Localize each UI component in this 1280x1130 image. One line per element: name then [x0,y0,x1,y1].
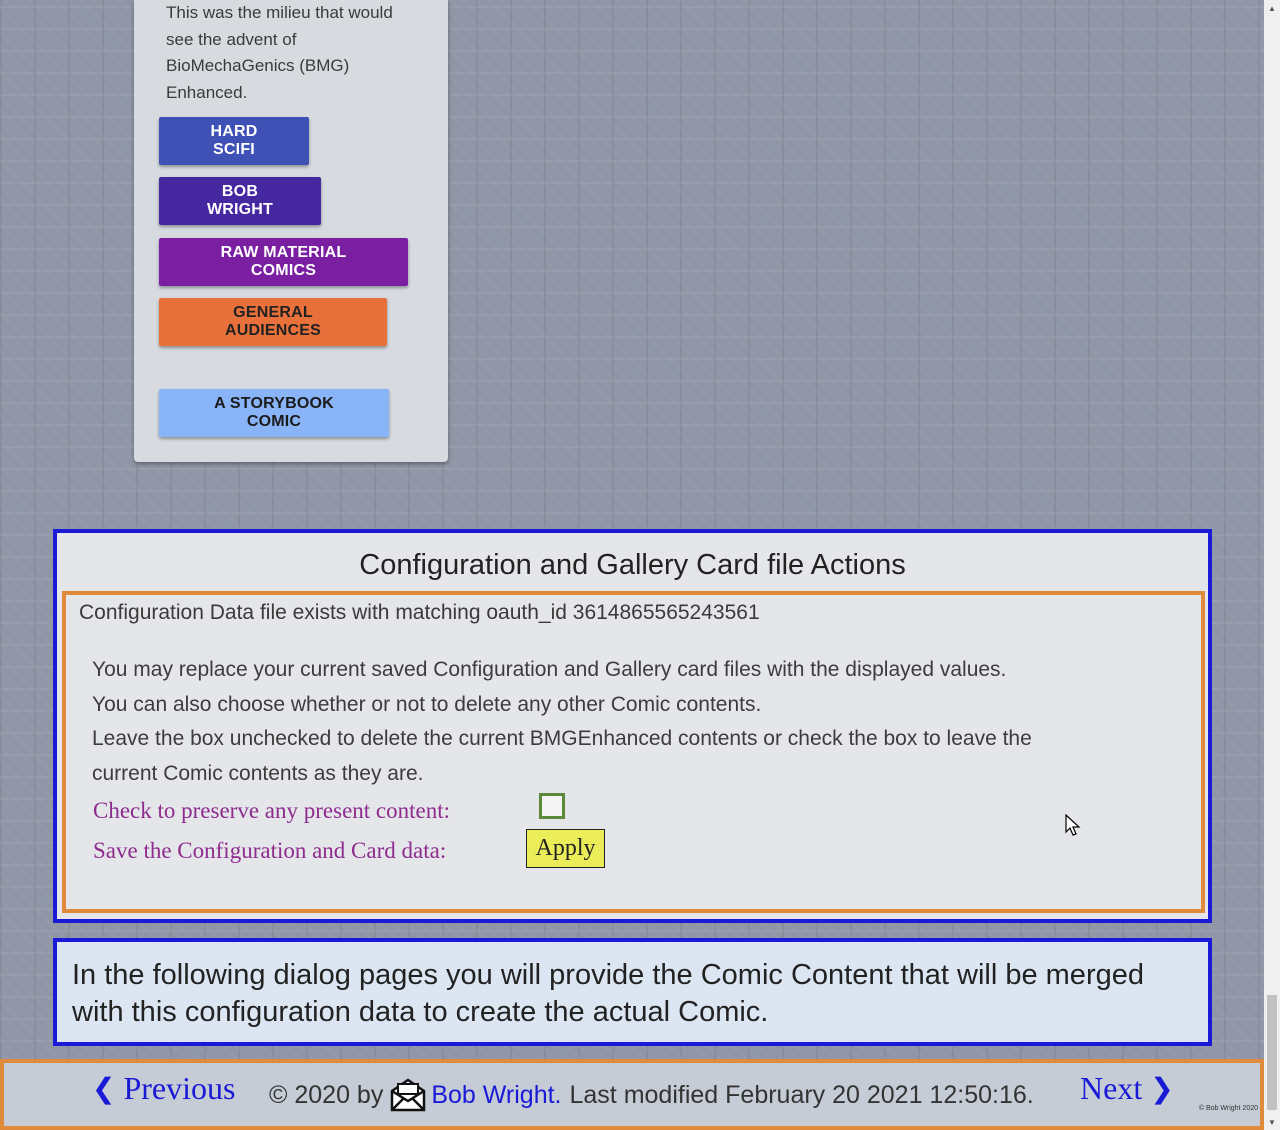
card-text-line: BioMechaGenics (BMG) [166,56,350,75]
bob-wright-chip[interactable]: BOB WRIGHT [159,177,321,225]
instruction-line: You can also choose whether or not to de… [92,692,762,716]
hard-scifi-chip[interactable]: HARD SCIFI [159,117,309,165]
page-footer: ❮ Previous © 2020 by Bob Wright. Last mo… [0,1059,1264,1130]
envelope-icon[interactable] [389,1077,427,1113]
config-instructions: You may replace your current saved Confi… [92,653,1172,792]
instruction-line: You may replace your current saved Confi… [92,658,1007,681]
storybook-comic-chip[interactable]: A STORYBOOK COMIC [159,389,389,437]
tag-card: This was the milieu that would see the a… [134,0,448,462]
instruction-line: current Comic contents as they are. [92,762,424,786]
previous-link[interactable]: ❮ Previous [92,1070,235,1107]
author-link[interactable]: Bob Wright. [431,1081,561,1110]
previous-label: Previous [123,1070,236,1106]
last-modified-text: Last modified February 20 2021 12:50:16. [569,1080,1034,1109]
scroll-down-arrow-icon[interactable]: ▼ [1264,1114,1280,1130]
card-text-line: This was the milieu that would [166,3,393,22]
copyright-text: © 2020 by [269,1080,384,1109]
config-title: Configuration and Gallery Card file Acti… [359,549,906,581]
config-actions-section: Configuration and Gallery Card file Acti… [53,529,1212,923]
chevron-right-icon: ❯ [1150,1072,1174,1105]
page-scrollbar[interactable]: ▲ ▼ [1264,0,1280,1130]
preserve-content-label: Check to preserve any present content: [93,798,451,823]
info-text: In the following dialog pages you will p… [72,959,1144,1028]
chevron-left-icon: ❮ [92,1072,116,1105]
info-box: In the following dialog pages you will p… [53,938,1212,1046]
config-exists-status: Configuration Data file exists with matc… [79,601,760,624]
card-description: This was the milieu that would see the a… [166,0,426,106]
mouse-cursor-icon [1065,814,1081,836]
next-link[interactable]: Next ❯ [1080,1070,1174,1107]
card-text-line: Enhanced. [166,82,248,102]
preserve-content-checkbox[interactable] [539,793,565,819]
general-audiences-chip[interactable]: GENERAL AUDIENCES [159,298,387,346]
scroll-up-arrow-icon[interactable]: ▲ [1264,0,1280,16]
save-config-label: Save the Configuration and Card data: [93,838,447,863]
card-text-line: see the advent of [166,29,297,49]
footer-credits: © 2020 by Bob Wright. Last modified Febr… [269,1077,1034,1113]
raw-material-comics-chip[interactable]: RAW MATERIAL COMICS [159,238,408,286]
config-panel: Configuration Data file exists with matc… [62,591,1205,913]
instruction-line: Leave the box unchecked to delete the cu… [92,727,1032,751]
scroll-thumb[interactable] [1267,995,1277,1110]
tiny-copyright: © Bob Wright 2020 [1198,1105,1258,1112]
next-label: Next [1080,1070,1143,1106]
apply-button[interactable]: Apply [526,829,605,868]
